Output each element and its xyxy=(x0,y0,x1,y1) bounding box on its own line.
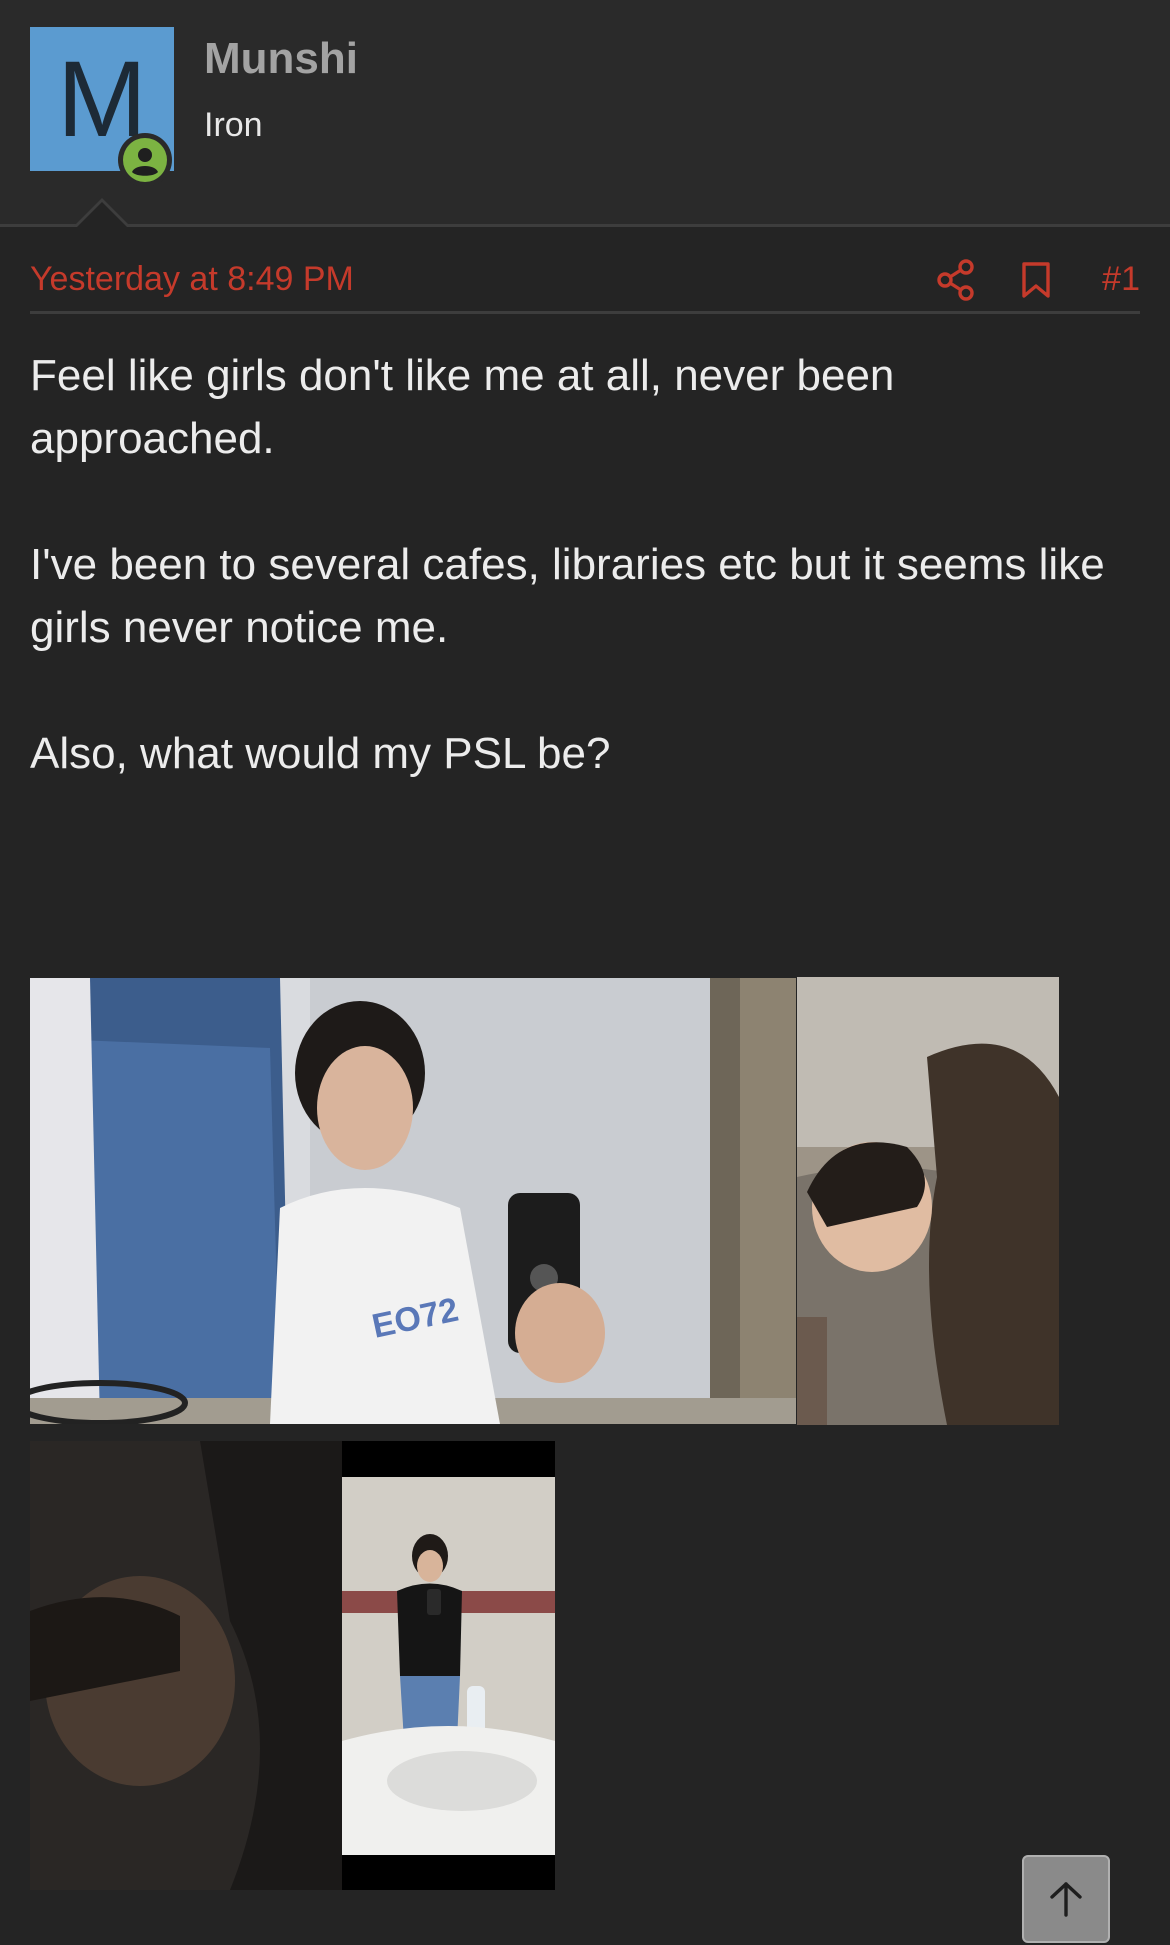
share-icon[interactable] xyxy=(934,258,978,302)
post-paragraph: Feel like girls don't like me at all, ne… xyxy=(30,351,895,463)
post-paragraph: Also, what would my PSL be? xyxy=(30,729,611,778)
divider xyxy=(0,224,1170,227)
user-header: M Munshi Iron xyxy=(0,0,1170,226)
post-body: Feel like girls don't like me at all, ne… xyxy=(30,344,1140,848)
username-link[interactable]: Munshi xyxy=(204,34,358,84)
message-pointer-inner xyxy=(77,202,127,227)
attachment-image[interactable] xyxy=(30,1441,342,1890)
post-date-link[interactable]: Yesterday at 8:49 PM xyxy=(30,260,354,299)
bookmark-icon[interactable] xyxy=(1016,260,1056,300)
post-paragraph: I've been to several cafes, libraries et… xyxy=(30,540,1105,652)
post-permalink[interactable]: #1 xyxy=(1102,260,1140,299)
attachment-image[interactable] xyxy=(342,1441,555,1890)
arrow-up-icon xyxy=(1050,1882,1082,1917)
attachment-image[interactable] xyxy=(797,977,1059,1425)
user-title: Iron xyxy=(204,106,263,144)
post-meta: Yesterday at 8:49 PM #1 xyxy=(30,252,1140,314)
user-online-icon xyxy=(118,133,172,187)
page: M Munshi Iron Yesterday at 8:49 PM #1 Fe… xyxy=(0,0,1170,1945)
scroll-to-top-button[interactable] xyxy=(1022,1855,1110,1943)
attachment-image[interactable]: EO72 xyxy=(30,978,796,1424)
